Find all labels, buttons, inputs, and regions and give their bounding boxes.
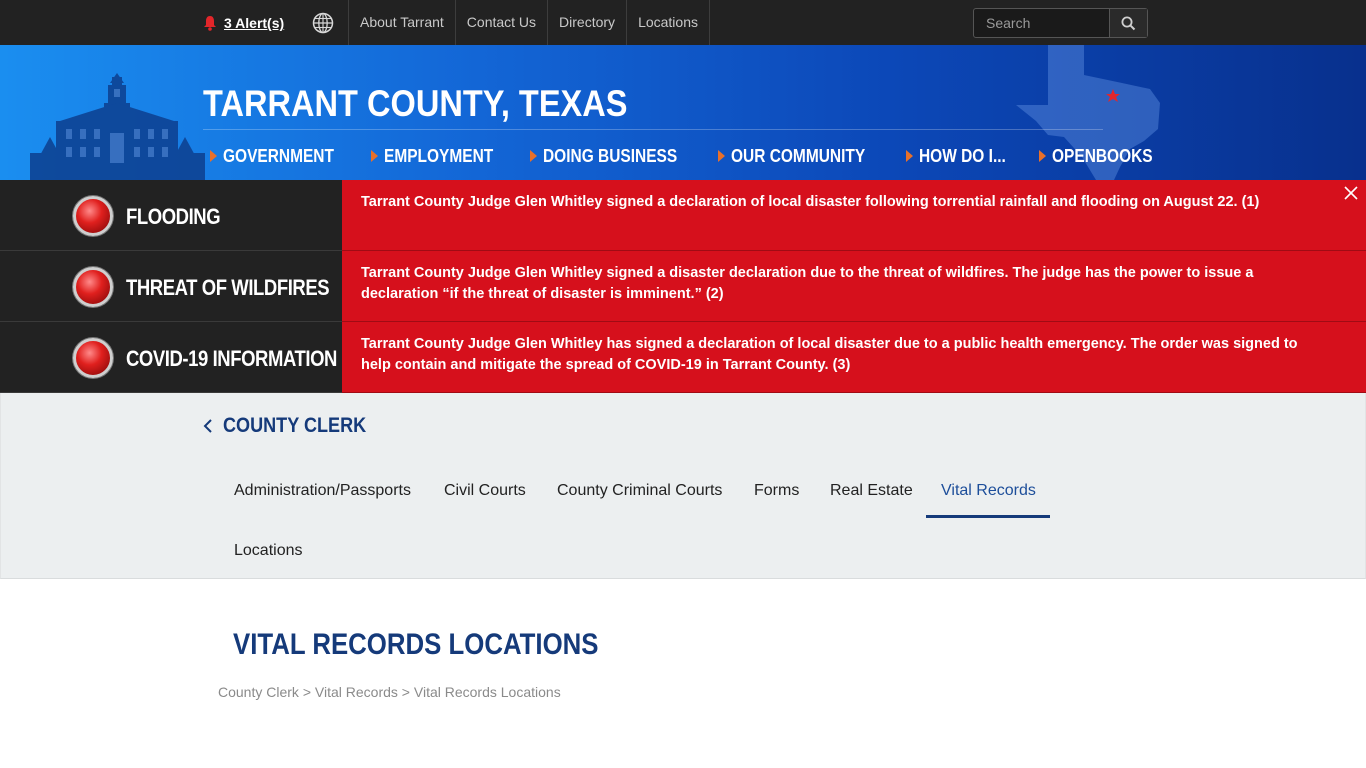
utility-link-directory[interactable]: Directory [547, 0, 626, 45]
alert-message[interactable]: Tarrant County Judge Glen Whitley signed… [342, 251, 1366, 322]
nav-label: HOW DO I... [919, 145, 1006, 166]
tab-civil-courts[interactable]: Civil Courts [429, 473, 541, 518]
caret-right-icon [906, 150, 914, 162]
nav-item-government[interactable]: GOVERNMENT [210, 144, 352, 168]
nav-label: EMPLOYMENT [384, 145, 494, 166]
breadcrumb: County Clerk > Vital Records > Vital Rec… [218, 684, 561, 700]
nav-label: DOING BUSINESS [543, 145, 678, 166]
section-navigation: COUNTY CLERK Administration/Passports Ci… [0, 393, 1366, 579]
alert-title: FLOODING [126, 204, 221, 229]
alerts-label: 3 Alert(s) [224, 15, 285, 31]
caret-right-icon [1039, 150, 1047, 162]
nav-item-how-do-i[interactable]: HOW DO I... [906, 144, 1020, 168]
nav-item-employment[interactable]: EMPLOYMENT [371, 144, 511, 168]
breadcrumb-current: Vital Records Locations [413, 684, 561, 700]
utility-link-locations[interactable]: Locations [626, 0, 710, 45]
search-input[interactable] [974, 9, 1109, 37]
site-title[interactable]: TARRANT COUNTY, TEXAS [203, 83, 627, 125]
alert-text: Tarrant County Judge Glen Whitley signed… [361, 265, 1254, 302]
utility-link-about[interactable]: About Tarrant [348, 0, 455, 45]
alerts-link[interactable]: 3 Alert(s) [203, 13, 284, 33]
breadcrumb-separator: > [302, 684, 311, 700]
alert-text: Tarrant County Judge Glen Whitley signed… [361, 194, 1260, 210]
nav-label: GOVERNMENT [223, 145, 334, 166]
tab-locations[interactable]: Locations [219, 533, 318, 578]
nav-label: OPENBOOKS [1052, 145, 1153, 166]
caret-right-icon [530, 150, 538, 162]
alert-text: Tarrant County Judge Glen Whitley has si… [361, 336, 1298, 373]
tab-real-estate[interactable]: Real Estate [815, 473, 928, 518]
globe-icon[interactable] [312, 12, 334, 34]
breadcrumb-separator: > [401, 684, 410, 700]
caret-right-icon [371, 150, 379, 162]
alert-row-covid: COVID-19 INFORMATION Tarrant County Judg… [0, 322, 1366, 393]
nav-label: OUR COMMUNITY [731, 145, 866, 166]
back-to-county-clerk-link[interactable]: COUNTY CLERK [203, 414, 389, 438]
alert-message[interactable]: Tarrant County Judge Glen Whitley signed… [342, 180, 1366, 251]
chevron-left-icon [203, 419, 212, 433]
nav-item-our-community[interactable]: OUR COMMUNITY [718, 144, 887, 168]
utility-bar: 3 Alert(s) About Tarrant Contact Us Dire… [0, 0, 1366, 45]
tab-county-criminal-courts[interactable]: County Criminal Courts [542, 473, 737, 518]
alert-message[interactable]: Tarrant County Judge Glen Whitley has si… [342, 322, 1366, 393]
nav-item-doing-business[interactable]: DOING BUSINESS [530, 144, 699, 168]
alert-title: COVID-19 INFORMATION [126, 346, 337, 371]
nav-item-openbooks[interactable]: OPENBOOKS [1039, 144, 1169, 168]
tab-vital-records[interactable]: Vital Records [926, 473, 1050, 518]
alert-light-icon [73, 196, 113, 236]
courthouse-icon [30, 73, 205, 180]
close-icon[interactable] [1341, 183, 1361, 203]
alert-label-panel: COVID-19 INFORMATION [0, 322, 342, 393]
bell-icon [204, 16, 216, 31]
alert-row-wildfires: THREAT OF WILDFIRES Tarrant County Judge… [0, 251, 1366, 322]
utility-links: About Tarrant Contact Us Directory Locat… [348, 0, 710, 45]
alert-light-icon [73, 338, 113, 378]
tab-administration-passports[interactable]: Administration/Passports [219, 473, 426, 518]
search-box [973, 8, 1148, 38]
alert-label-panel: THREAT OF WILDFIRES [0, 251, 342, 322]
alert-row-flooding: FLOODING Tarrant County Judge Glen Whitl… [0, 180, 1366, 251]
title-divider [203, 129, 1103, 130]
caret-right-icon [210, 150, 217, 162]
alert-title: THREAT OF WILDFIRES [126, 275, 330, 300]
tab-forms[interactable]: Forms [739, 473, 814, 518]
alert-light-icon [73, 267, 113, 307]
alert-label-panel: FLOODING [0, 180, 342, 251]
back-label: COUNTY CLERK [223, 414, 367, 437]
utility-link-contact[interactable]: Contact Us [454, 0, 547, 45]
caret-right-icon [718, 150, 726, 162]
search-icon [1121, 16, 1136, 30]
search-button[interactable] [1109, 9, 1147, 37]
breadcrumb-link-vital-records[interactable]: Vital Records [315, 684, 398, 700]
site-header: TARRANT COUNTY, TEXAS GOVERNMENT EMPLOYM… [0, 45, 1366, 180]
breadcrumb-link-county-clerk[interactable]: County Clerk [218, 684, 299, 700]
main-navigation: GOVERNMENT EMPLOYMENT DOING BUSINESS OUR… [210, 144, 1200, 168]
page-title: VITAL RECORDS LOCATIONS [233, 628, 599, 661]
